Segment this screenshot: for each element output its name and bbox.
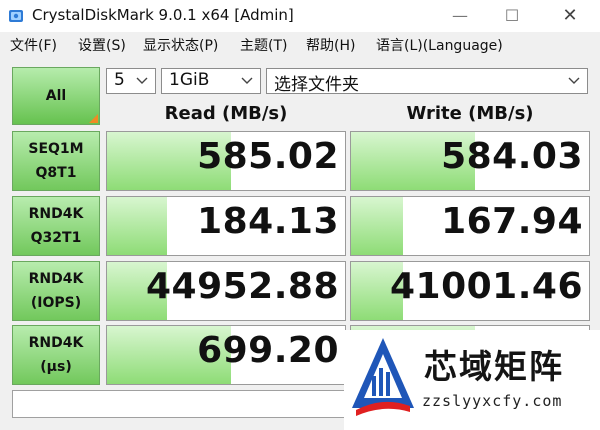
test-param: (μs)	[40, 359, 72, 375]
test-name: SEQ1M	[28, 141, 84, 157]
watermark-logo-icon	[352, 338, 414, 416]
test-count-value: 5	[114, 70, 125, 90]
write-bar	[351, 197, 404, 255]
read-value: 44952.88	[145, 266, 339, 307]
title-bar: CrystalDiskMark 9.0.1 x64 [Admin] — ☐ ✕	[0, 0, 600, 32]
read-bar	[107, 197, 167, 255]
test-name: RND4K	[28, 206, 84, 222]
menu-bar: 文件(F) 设置(S) 显示状态(P) 主题(T) 帮助(H) 语言(L)(La…	[0, 32, 600, 56]
menu-profile[interactable]: 显示状态(P)	[143, 35, 218, 55]
menu-help[interactable]: 帮助(H)	[306, 35, 355, 55]
menu-settings[interactable]: 设置(S)	[78, 35, 126, 55]
chevron-down-icon	[136, 77, 148, 84]
test-param: Q32T1	[30, 230, 82, 246]
watermark-name: 芯域矩阵	[424, 347, 564, 386]
all-button-label: All	[45, 88, 67, 104]
seq1m-q8t1-button[interactable]: SEQ1M Q8T1	[12, 131, 100, 191]
test-size-select[interactable]: 1GiB	[161, 68, 261, 94]
write-column-header: Write (MB/s)	[406, 103, 534, 124]
chevron-down-icon	[241, 77, 253, 84]
read-result-cell: 44952.88	[106, 261, 346, 321]
read-result-cell: 699.20	[106, 325, 346, 385]
rnd4k-q32t1-button[interactable]: RND4K Q32T1	[12, 196, 100, 256]
write-value: 41001.46	[389, 266, 583, 307]
menu-theme[interactable]: 主题(T)	[240, 35, 287, 55]
read-value: 585.02	[197, 136, 339, 177]
drive-select[interactable]: 选择文件夹	[266, 68, 588, 95]
close-button[interactable]: ✕	[548, 0, 592, 32]
test-param: (IOPS)	[30, 295, 82, 311]
rnd4k-iops-button[interactable]: RND4K (IOPS)	[12, 261, 100, 321]
watermark-url: zzslyyxcfy.com	[422, 392, 563, 410]
test-name: RND4K	[28, 335, 84, 351]
test-param: Q8T1	[35, 165, 77, 181]
maximize-button[interactable]: ☐	[490, 0, 534, 32]
test-count-select[interactable]: 5	[106, 68, 156, 94]
menu-language[interactable]: 语言(L)(Language)	[376, 35, 503, 55]
test-size-value: 1GiB	[169, 70, 210, 90]
all-button[interactable]: All	[12, 67, 100, 125]
corner-marker-icon	[89, 114, 98, 123]
read-result-cell: 585.02	[106, 131, 346, 191]
read-result-cell: 184.13	[106, 196, 346, 256]
window-title: CrystalDiskMark 9.0.1 x64 [Admin]	[32, 6, 294, 24]
rnd4k-latency-button[interactable]: RND4K (μs)	[12, 325, 100, 385]
write-result-cell: 167.94	[350, 196, 590, 256]
menu-file[interactable]: 文件(F)	[10, 35, 57, 55]
read-value: 184.13	[197, 201, 339, 242]
write-value: 584.03	[441, 136, 583, 177]
write-value: 167.94	[441, 201, 583, 242]
write-result-cell: 584.03	[350, 131, 590, 191]
test-name: RND4K	[28, 271, 84, 287]
read-column-header: Read (MB/s)	[164, 103, 288, 124]
drive-value: 选择文件夹	[274, 75, 359, 95]
crystaldiskmark-app-icon	[9, 10, 23, 22]
write-result-cell: 41001.46	[350, 261, 590, 321]
chevron-down-icon	[568, 77, 580, 84]
read-value: 699.20	[197, 330, 339, 371]
minimize-button[interactable]: —	[438, 0, 482, 32]
